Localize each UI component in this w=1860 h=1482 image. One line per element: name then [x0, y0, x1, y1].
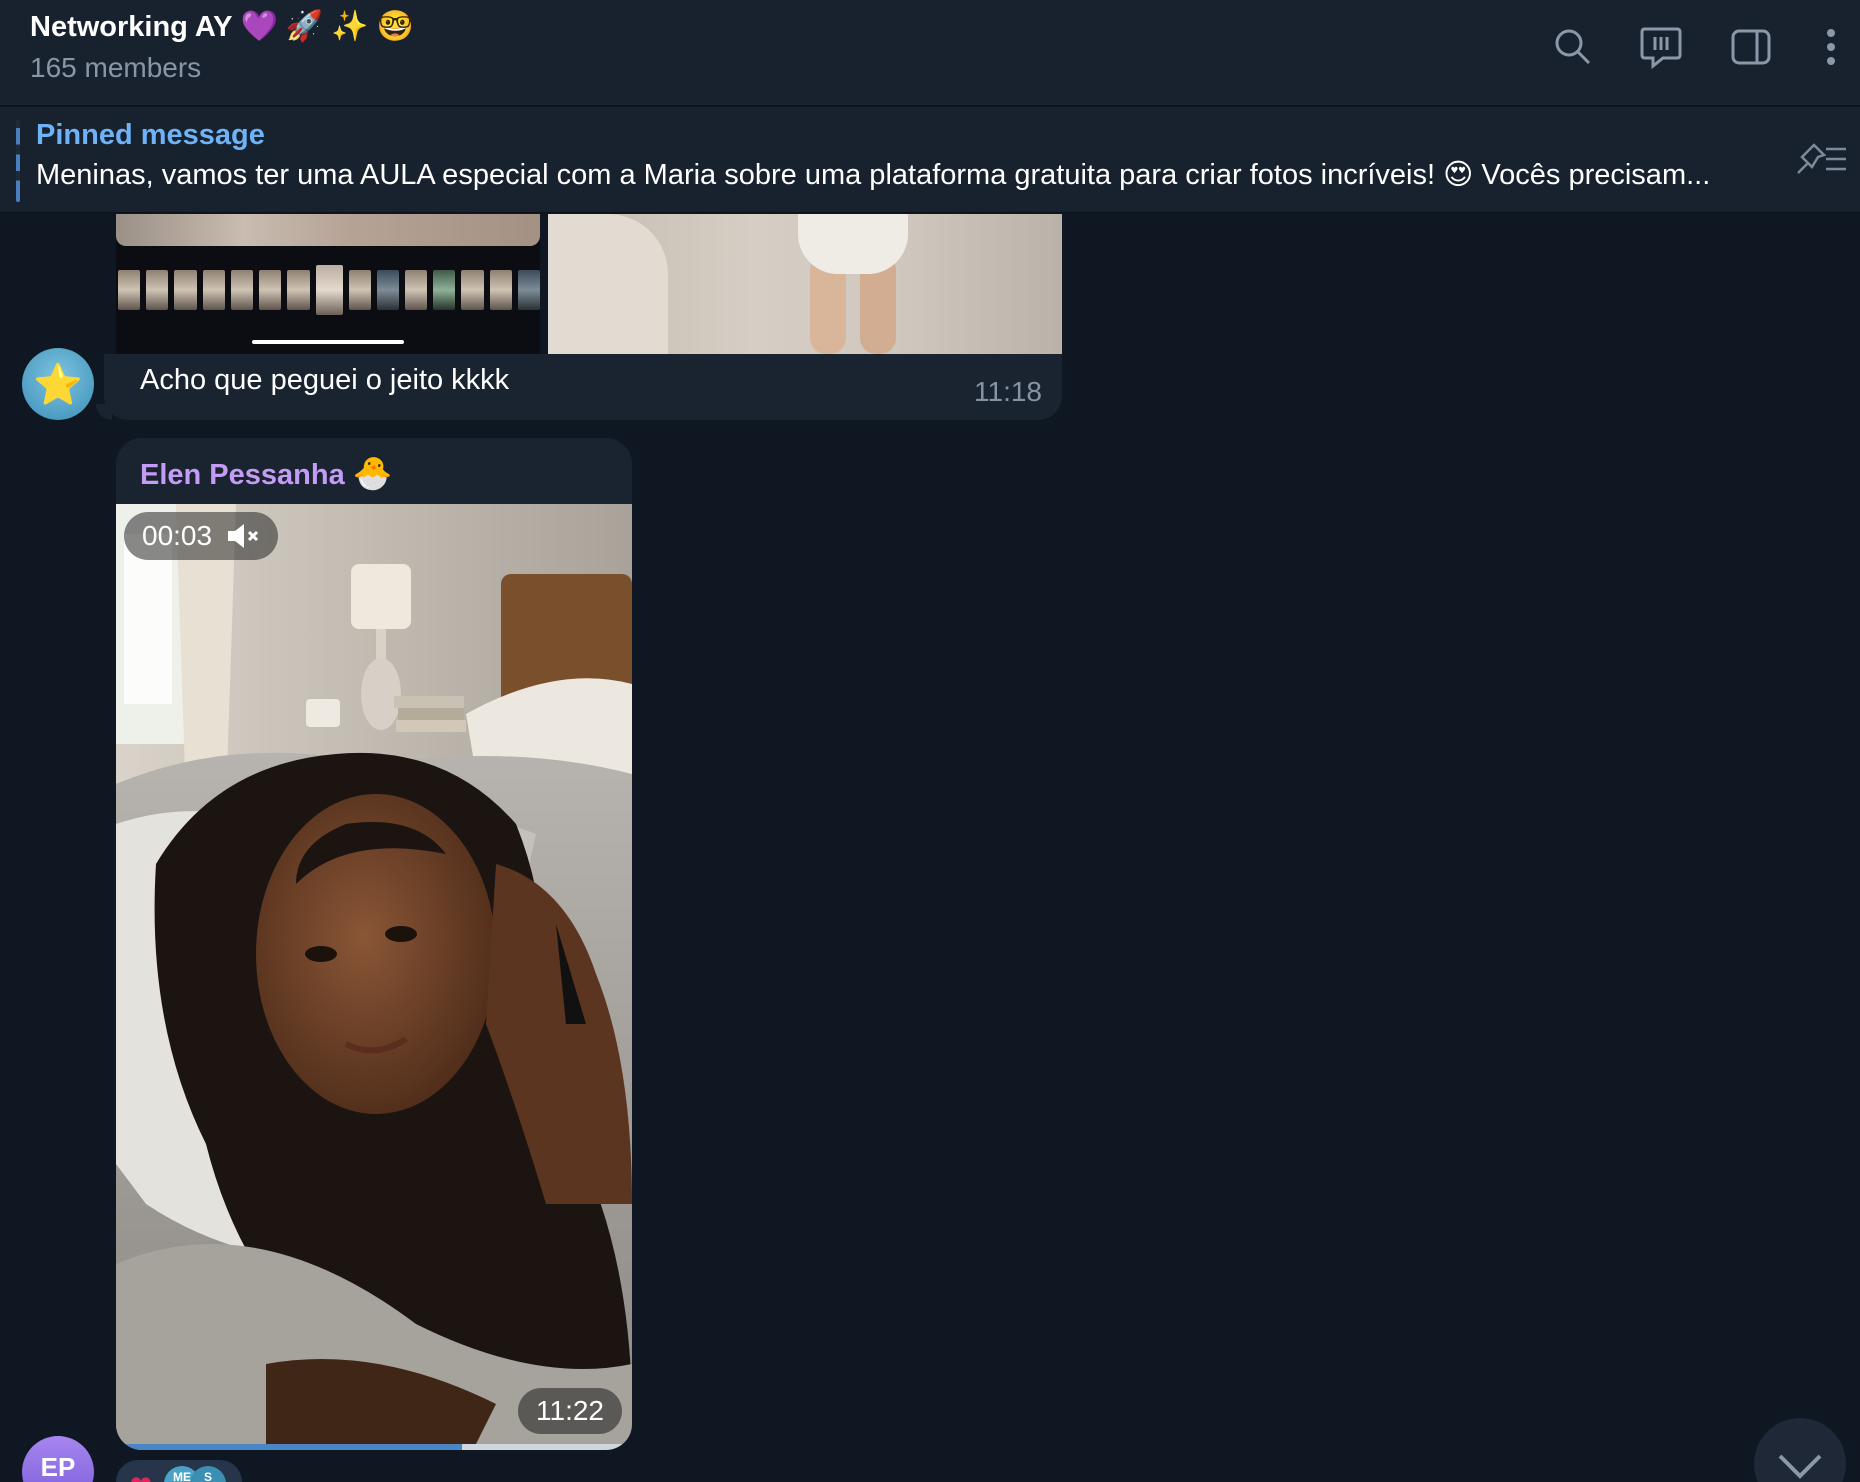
pinned-indicator [16, 120, 20, 202]
sender-avatar-star[interactable]: ⭐ [22, 348, 94, 420]
title-emoji-rocket: 🚀 [285, 10, 324, 43]
chat-header[interactable]: Networking AY 💜 🚀 ✨ 🤓 165 members [0, 0, 1860, 106]
thumbnail [287, 270, 310, 310]
album-video-frame[interactable] [116, 214, 540, 354]
video-message-bubble[interactable]: Elen Pessanha 🐣 00:03 11:22 [116, 438, 632, 1450]
video-frame-image [116, 504, 632, 1444]
thumbnail-selected [315, 265, 343, 315]
thumbnail [230, 270, 254, 310]
pinned-text: Meninas, vamos ter uma AULA especial com… [36, 159, 1711, 191]
speaker-muted-icon[interactable] [226, 522, 260, 550]
title-emoji-nerd: 🤓 [376, 10, 414, 43]
reactions-bar[interactable]: ❤ ME S [116, 1460, 242, 1482]
thumbnail [174, 270, 197, 310]
sender-name-text: Elen Pessanha [140, 459, 345, 491]
message-bubble[interactable]: Acho que peguei o jeito kkkk 11:18 [96, 354, 1062, 420]
message-text: Acho que peguei o jeito kkkk [140, 364, 510, 396]
photo-album[interactable] [116, 214, 1062, 354]
thumbnail [517, 270, 540, 310]
pinned-message-bar[interactable]: Pinned message Meninas, vamos ter uma AU… [0, 107, 1860, 213]
bubble-tail [96, 404, 112, 420]
thumbnail [118, 270, 141, 310]
pinned-title: Pinned message [36, 119, 265, 151]
star-face-icon: ⭐ [33, 362, 83, 407]
thumbnail [259, 270, 282, 310]
thumbnail [405, 270, 428, 310]
topics-icon[interactable] [1638, 24, 1684, 70]
chat-title-text: Networking AY [30, 10, 233, 43]
reaction-avatar: S [190, 1466, 226, 1482]
chat-title[interactable]: Networking AY 💜 🚀 ✨ 🤓 [30, 4, 414, 50]
video-progress-fill [116, 1444, 462, 1450]
scroll-to-bottom-button[interactable] [1754, 1418, 1846, 1482]
thumbnail [433, 270, 456, 310]
telegram-chat-window: Networking AY 💜 🚀 ✨ 🤓 165 members Pinned… [0, 0, 1860, 1482]
sender-avatar-ep[interactable]: EP [22, 1436, 94, 1482]
video-thumbnail-strip[interactable] [116, 265, 540, 315]
sidebar-toggle-icon[interactable] [1728, 24, 1774, 70]
video-duration: 00:03 [142, 520, 213, 551]
heart-reaction[interactable]: ❤ [130, 1470, 152, 1482]
photo-wall [548, 214, 668, 354]
thumbnail [146, 270, 169, 310]
album-photo[interactable] [548, 214, 1062, 354]
pinned-list-icon[interactable] [1790, 139, 1850, 179]
thumbnail [348, 270, 371, 310]
chevron-down-icon [1778, 1454, 1822, 1479]
message-time: 11:18 [974, 376, 1042, 407]
sender-name[interactable]: Elen Pessanha 🐣 [140, 454, 393, 492]
video-progress-bar[interactable] [116, 1444, 632, 1450]
video-message-time: 11:22 [518, 1388, 622, 1434]
thumbnail [461, 270, 484, 310]
more-vertical-icon[interactable] [1808, 24, 1854, 70]
title-emoji-heart: 💜 [240, 10, 278, 43]
video-frame-edge [116, 214, 540, 246]
video-duration-badge[interactable]: 00:03 [124, 512, 279, 560]
member-count: 165 members [30, 52, 202, 83]
sender-emoji: 🐣 [352, 455, 393, 491]
thumbnail [489, 270, 512, 310]
photo-skirt [798, 214, 908, 274]
message-list[interactable]: ⭐ Acho que peguei o jeito kkkk 11:18 Ele… [0, 214, 1860, 1482]
thumbnail [202, 270, 225, 310]
thumbnail-scrub-bar[interactable] [252, 340, 404, 344]
search-icon[interactable] [1550, 24, 1596, 70]
title-emoji-sparkles: ✨ [331, 10, 369, 43]
video-player[interactable]: 00:03 11:22 [116, 504, 632, 1444]
thumbnail [376, 270, 400, 310]
